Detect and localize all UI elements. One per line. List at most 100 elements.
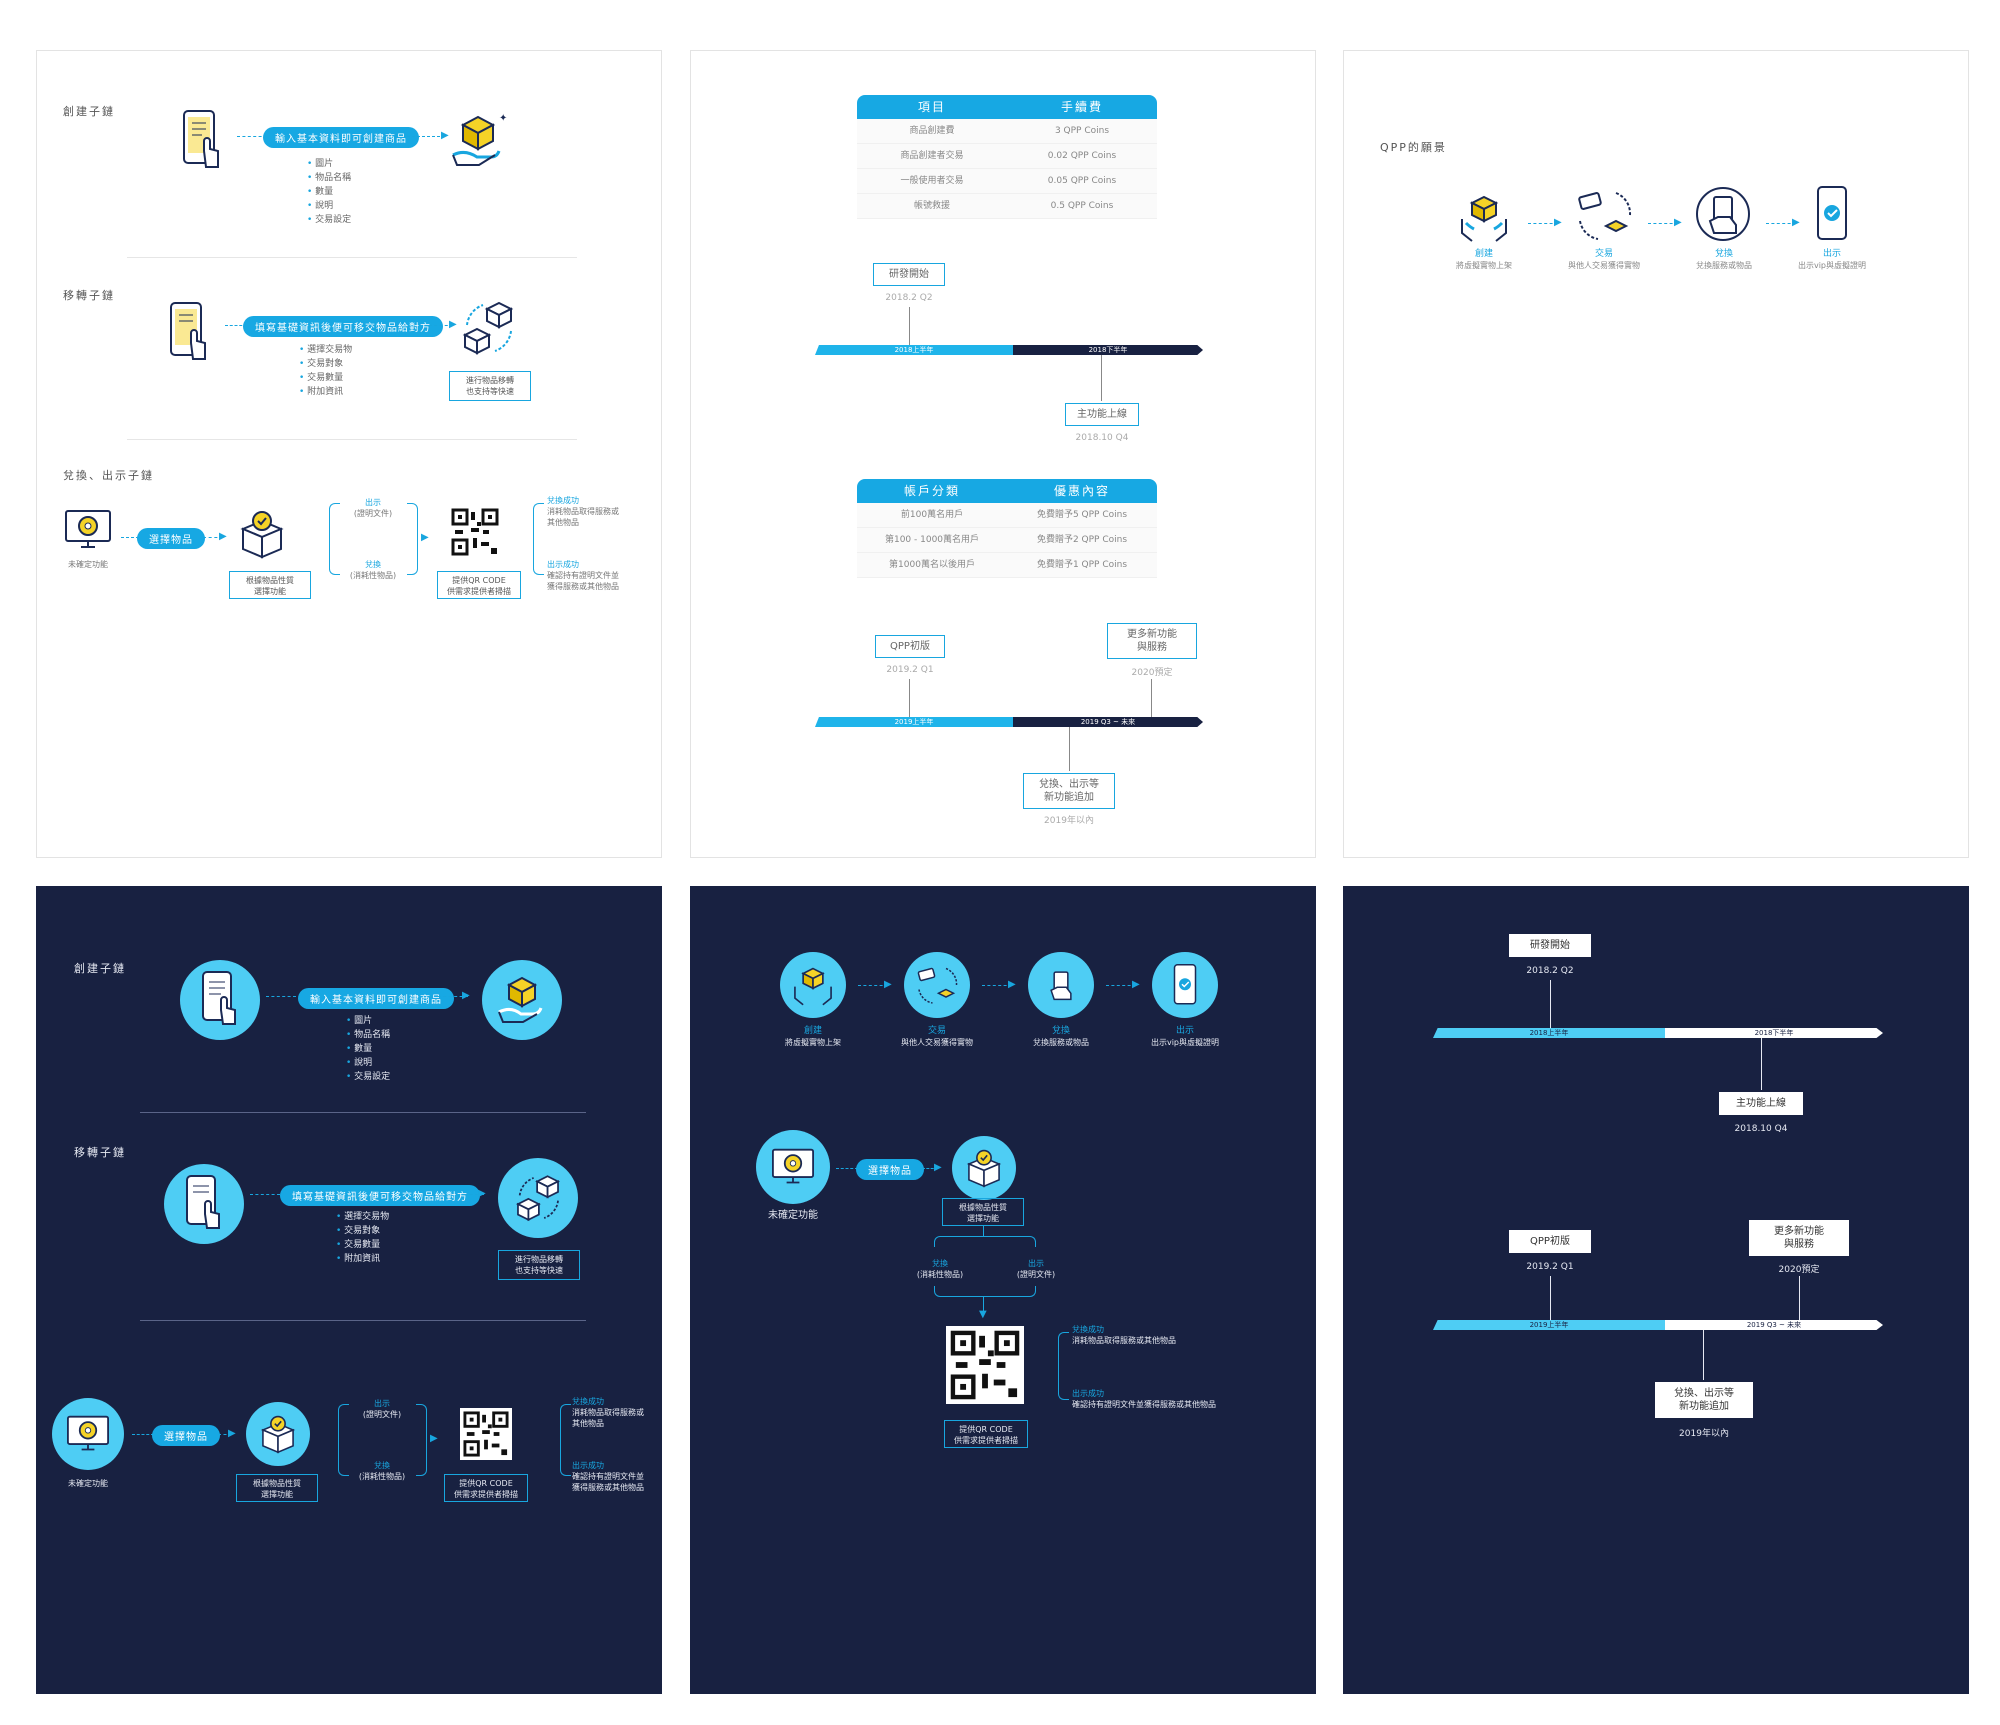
milestone-qpp-v1: QPP初版 bbox=[1509, 1230, 1591, 1253]
milestone-redeem-show: 兌換、出示等 新功能追加 bbox=[1655, 1382, 1753, 1418]
branch-bracket bbox=[329, 503, 340, 575]
flow-connector bbox=[266, 996, 296, 997]
arrow-right-icon: ▶ bbox=[934, 1162, 942, 1173]
divider bbox=[140, 1112, 586, 1113]
milestone-date: 2020預定 bbox=[1131, 668, 1173, 678]
list-item: 圖片 bbox=[346, 1014, 390, 1028]
milestone-date: 2018.2 Q2 bbox=[885, 293, 933, 303]
phone-tap-icon bbox=[180, 107, 226, 179]
branch-bracket bbox=[1058, 1332, 1069, 1400]
svg-text:✦: ✦ bbox=[499, 113, 507, 124]
milestone-date: 2019年以內 bbox=[1044, 816, 1094, 826]
trade-cycle-icon bbox=[1572, 185, 1636, 245]
branch-show: 出示 (證明文件) bbox=[362, 1399, 402, 1419]
timeline-tick bbox=[1761, 1038, 1762, 1090]
qr-code-icon bbox=[460, 1408, 512, 1460]
timeline-seg-h1: 2019上半年 bbox=[1433, 1320, 1665, 1330]
arrow-right-icon: ▶ bbox=[219, 531, 227, 542]
monitor-gear-icon bbox=[52, 1398, 124, 1470]
create-fields-list: 圖片 物品名稱 數量 說明 交易設定 bbox=[346, 1014, 390, 1084]
flow-connector bbox=[983, 1226, 984, 1236]
divider bbox=[127, 257, 577, 258]
list-item: 交易數量 bbox=[299, 371, 352, 385]
arrow-right-icon: ▶ bbox=[1674, 217, 1682, 228]
arrow-right-icon: ▶ bbox=[1554, 217, 1562, 228]
list-item: 交易設定 bbox=[307, 213, 351, 227]
vision-step-show: 出示 出示vip與虛擬證明 bbox=[1150, 1026, 1220, 1047]
panel-roadmap-dark: 研發開始 2018.2 Q2 2018上半年 2018下半年 主功能上線 201… bbox=[1343, 886, 1969, 1694]
panel-vision-flow-dark: 創建 將虛擬實物上架 ▶ 交易 與他人交易獲得實物 ▶ 兌換 兌換服務或物品 ▶ 出示… bbox=[690, 886, 1316, 1694]
timeline-tick bbox=[1550, 980, 1551, 1030]
flow-connector bbox=[407, 136, 445, 137]
table-header: 項目 手續費 bbox=[857, 95, 1157, 119]
result-redeem: 兌換成功 消耗物品取得服務或 其他物品 bbox=[572, 1397, 644, 1428]
milestone-main-launch: 主功能上線 bbox=[1719, 1092, 1803, 1115]
table-row: 帳號救援 0.5 QPP Coins bbox=[857, 194, 1157, 219]
timeline-seg-h2: 2019 Q3 ~ 未來 bbox=[1665, 1320, 1883, 1330]
hands-box-icon bbox=[1456, 189, 1512, 245]
select-item-pill: 選擇物品 bbox=[137, 528, 205, 549]
section-title-redeem-show: 兌換、出示子鏈 bbox=[63, 469, 154, 482]
flow-connector bbox=[250, 1194, 280, 1195]
arrow-right-icon: ▶ bbox=[1792, 217, 1800, 228]
select-item-pill: 選擇物品 bbox=[152, 1425, 220, 1446]
vision-step-trade: 交易 與他人交易獲得實物 bbox=[901, 1026, 973, 1047]
vision-step-create: 創建 將虛擬實物上架 bbox=[1456, 249, 1512, 270]
panel-vision-light: QPP的願景 創建 將虛擬實物上架 ▶ 交易 與他人交易獲得實物 ▶ 兌換 兌換服務或… bbox=[1343, 50, 1969, 858]
flow-connector bbox=[132, 1434, 154, 1435]
flow-connector bbox=[836, 1168, 858, 1169]
list-item: 交易對象 bbox=[299, 357, 352, 371]
list-item: 選擇交易物 bbox=[299, 343, 352, 357]
undetermined-feature-label: 未確定功能 bbox=[768, 1210, 818, 1221]
section-title-transfer: 移轉子鏈 bbox=[74, 1146, 126, 1159]
arrow-right-icon: ▶ bbox=[228, 1428, 236, 1439]
qr-provide-box: 提供QR CODE 供需求提供者掃描 bbox=[437, 571, 521, 599]
exchange-boxes-icon bbox=[457, 297, 519, 359]
vision-step-redeem: 兌換 兌換服務或物品 bbox=[1696, 249, 1752, 270]
milestone-date: 2018.10 Q4 bbox=[1734, 1124, 1788, 1134]
panel-subchain-light: 創建子鏈 輸入基本資料即可創建商品 ▶ ✦ 圖片 物品名稱 數量 說明 交易設定… bbox=[36, 50, 662, 858]
section-title-create: 創建子鏈 bbox=[63, 105, 115, 118]
list-item: 圖片 bbox=[307, 157, 351, 171]
milestone-date: 2020預定 bbox=[1778, 1265, 1820, 1275]
list-item: 交易對象 bbox=[336, 1224, 389, 1238]
create-step-pill: 輸入基本資料即可創建商品 bbox=[263, 127, 419, 148]
milestone-more-features: 更多新功能 與服務 bbox=[1749, 1220, 1849, 1256]
milestone-more-features: 更多新功能 與服務 bbox=[1107, 623, 1197, 659]
arrow-right-icon: ▶ bbox=[421, 532, 429, 543]
table-header: 帳戶分類 優惠內容 bbox=[857, 479, 1157, 503]
qr-provide-box: 提供QR CODE 供需求提供者掃描 bbox=[944, 1420, 1028, 1448]
fee-table: 項目 手續費 商品創建費 3 QPP Coins 商品創建者交易 0.02 QPP C… bbox=[857, 95, 1157, 219]
open-box-check-icon bbox=[246, 1402, 310, 1466]
timeline-bar-2018: 2018上半年 2018下半年 bbox=[815, 345, 1203, 355]
item-property-box: 根據物品性質 選擇功能 bbox=[229, 571, 311, 599]
timeline-bar-2018: 2018上半年 2018下半年 bbox=[1433, 1028, 1883, 1038]
table-row: 第100 - 1000萬名用戶 免費贈予2 QPP Coins bbox=[857, 528, 1157, 553]
qr-code-icon bbox=[946, 1326, 1024, 1404]
table-row: 第1000萬名以後用戶 免費贈予1 QPP Coins bbox=[857, 553, 1157, 578]
list-item: 交易數量 bbox=[336, 1238, 389, 1252]
milestone-dev-start: 研發開始 bbox=[873, 263, 945, 286]
arrow-down-icon: ▼ bbox=[979, 1309, 987, 1320]
branch-redeem: 兌換 (消耗性物品) bbox=[916, 1259, 964, 1279]
result-show: 出示成功 確認持有證明文件並 獲得服務或其他物品 bbox=[547, 560, 619, 591]
timeline-seg-h1: 2018上半年 bbox=[1433, 1028, 1665, 1038]
vision-step-redeem: 兌換 兌換服務或物品 bbox=[1033, 1026, 1089, 1047]
branch-bracket bbox=[560, 1404, 571, 1476]
section-title-create: 創建子鏈 bbox=[74, 962, 126, 975]
timeline-seg-h2: 2018下半年 bbox=[1665, 1028, 1883, 1038]
hand-ticket-icon bbox=[1028, 952, 1094, 1018]
list-item: 選擇交易物 bbox=[336, 1210, 389, 1224]
transfer-fields-list: 選擇交易物 交易對象 交易數量 附加資訊 bbox=[336, 1210, 389, 1266]
milestone-date: 2018.10 Q4 bbox=[1075, 433, 1129, 443]
select-item-pill: 選擇物品 bbox=[856, 1159, 924, 1180]
qr-code-icon bbox=[449, 507, 501, 557]
account-table: 帳戶分類 優惠內容 前100萬名用戶 免費贈予5 QPP Coins 第100 - … bbox=[857, 479, 1157, 578]
vision-title: QPP的願景 bbox=[1380, 141, 1447, 154]
branch-show: 出示 (證明文件) bbox=[1016, 1259, 1056, 1279]
milestone-date: 2019年以內 bbox=[1679, 1429, 1729, 1439]
open-box-check-icon bbox=[952, 1136, 1016, 1200]
timeline-seg-h2: 2018下半年 bbox=[1013, 345, 1203, 355]
divider bbox=[127, 439, 577, 440]
list-item: 說明 bbox=[346, 1056, 390, 1070]
